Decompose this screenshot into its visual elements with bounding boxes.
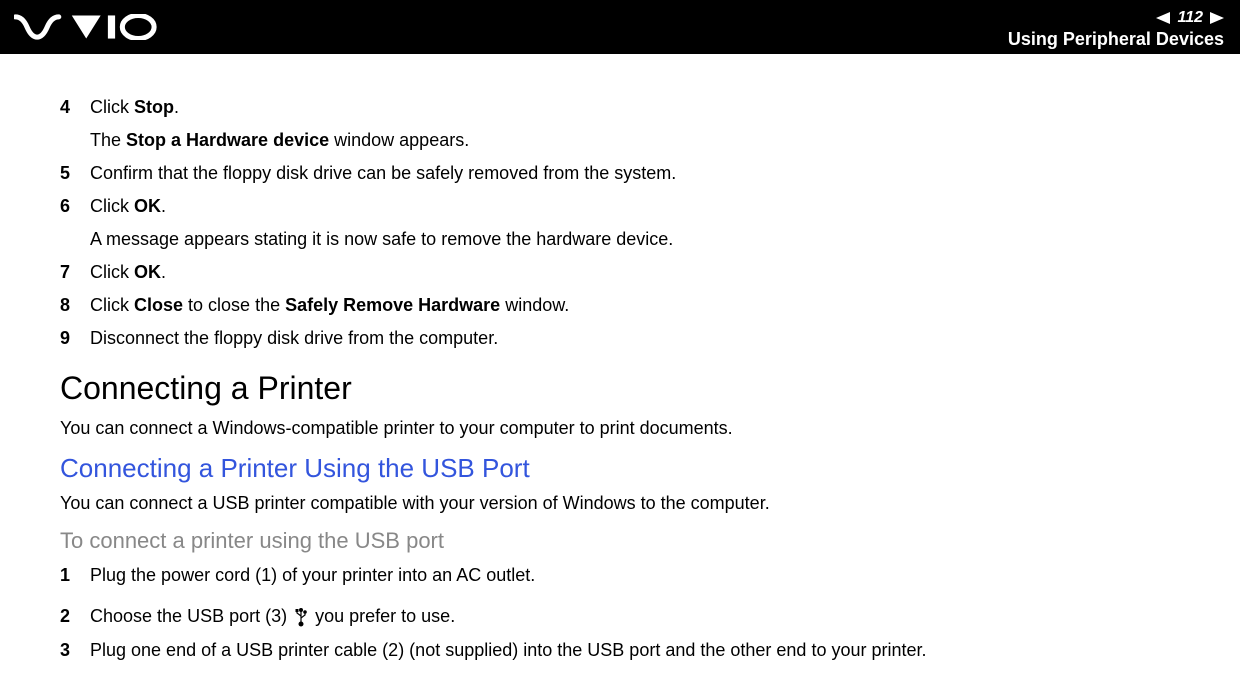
step-item: 9Disconnect the floppy disk drive from t… [60,325,1180,352]
page-content: 4Click Stop. The Stop a Hardware device w… [0,54,1240,690]
step-number: 5 [60,160,90,187]
page-number: 112 [1174,9,1206,27]
step-text: Click Close to close the Safely Remove H… [90,292,1180,319]
step-item: 8Click Close to close the Safely Remove … [60,292,1180,319]
prev-page-arrow-icon[interactable] [1156,11,1172,25]
body-connecting-printer: You can connect a Windows-compatible pri… [60,415,1180,441]
step-text: Choose the USB port (3) you prefer to us… [90,603,1180,631]
heading-to-connect: To connect a printer using the USB port [60,528,1180,554]
step-number: 8 [60,292,90,319]
step-number: 4 [60,94,90,121]
heading-usb-port: Connecting a Printer Using the USB Port [60,453,1180,484]
step-item: 7Click OK. [60,259,1180,286]
step-text: Click OK. [90,259,1180,286]
vaio-logo [14,0,158,54]
step-item: 5Confirm that the floppy disk drive can … [60,160,1180,187]
step-item: 4Click Stop. [60,94,1180,121]
usb-icon [294,604,308,631]
step-text: Plug the power cord (1) of your printer … [90,562,1180,589]
step-subtext: A message appears stating it is now safe… [90,226,1180,253]
header-right: 112 Using Peripheral Devices [1008,5,1224,50]
step-text: Click Stop. [90,94,1180,121]
heading-connecting-printer: Connecting a Printer [60,370,1180,407]
step-number: 9 [60,325,90,352]
step-text: Click OK. [90,193,1180,220]
step-item: 2Choose the USB port (3) you prefer to u… [60,603,1180,631]
page-nav: 112 [1008,9,1224,27]
step-number: 3 [60,637,90,664]
step-subtext: The Stop a Hardware device window appear… [90,127,1180,154]
body-usb-port: You can connect a USB printer compatible… [60,490,1180,516]
step-item: 1Plug the power cord (1) of your printer… [60,562,1180,589]
step-text: Plug one end of a USB printer cable (2) … [90,637,1180,664]
step-number: 1 [60,562,90,589]
step-number: 7 [60,259,90,286]
step-number: 2 [60,603,90,630]
page-header: 112 Using Peripheral Devices [0,0,1240,54]
step-text: Disconnect the floppy disk drive from th… [90,325,1180,352]
step-text: Confirm that the floppy disk drive can b… [90,160,1180,187]
step-number: 6 [60,193,90,220]
next-page-arrow-icon[interactable] [1208,11,1224,25]
step-item: 6Click OK. [60,193,1180,220]
section-title: Using Peripheral Devices [1008,29,1224,50]
step-item: 3Plug one end of a USB printer cable (2)… [60,637,1180,664]
